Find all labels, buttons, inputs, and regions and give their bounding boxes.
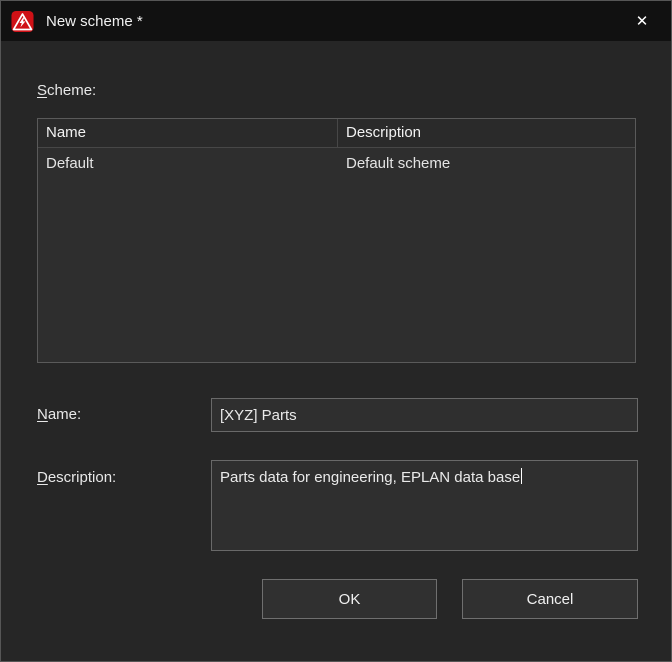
text-caret: [521, 468, 522, 484]
close-icon[interactable]: ✕: [621, 1, 663, 41]
scheme-table-header: Name Description: [38, 119, 635, 148]
name-label: Name:: [37, 406, 81, 423]
description-label: Description:: [37, 469, 116, 486]
scheme-table: Name Description Default Default scheme: [37, 118, 636, 363]
row-name-cell: Default: [38, 148, 338, 179]
name-input[interactable]: [211, 398, 638, 432]
eplan-logo-icon: [11, 10, 34, 33]
scheme-label: Scheme:: [37, 82, 96, 99]
cancel-button[interactable]: Cancel: [462, 579, 638, 619]
description-text: Parts data for engineering, EPLAN data b…: [220, 469, 520, 486]
row-description-cell: Default scheme: [338, 148, 635, 179]
ok-button[interactable]: OK: [262, 579, 437, 619]
description-textarea[interactable]: Parts data for engineering, EPLAN data b…: [211, 460, 638, 551]
column-header-description[interactable]: Description: [338, 119, 635, 147]
column-header-name[interactable]: Name: [38, 119, 338, 147]
window-title: New scheme *: [46, 13, 143, 30]
titlebar[interactable]: New scheme * ✕: [1, 1, 671, 41]
table-row[interactable]: Default Default scheme: [38, 148, 635, 179]
new-scheme-dialog: New scheme * ✕ Scheme: Name Description …: [0, 0, 672, 662]
